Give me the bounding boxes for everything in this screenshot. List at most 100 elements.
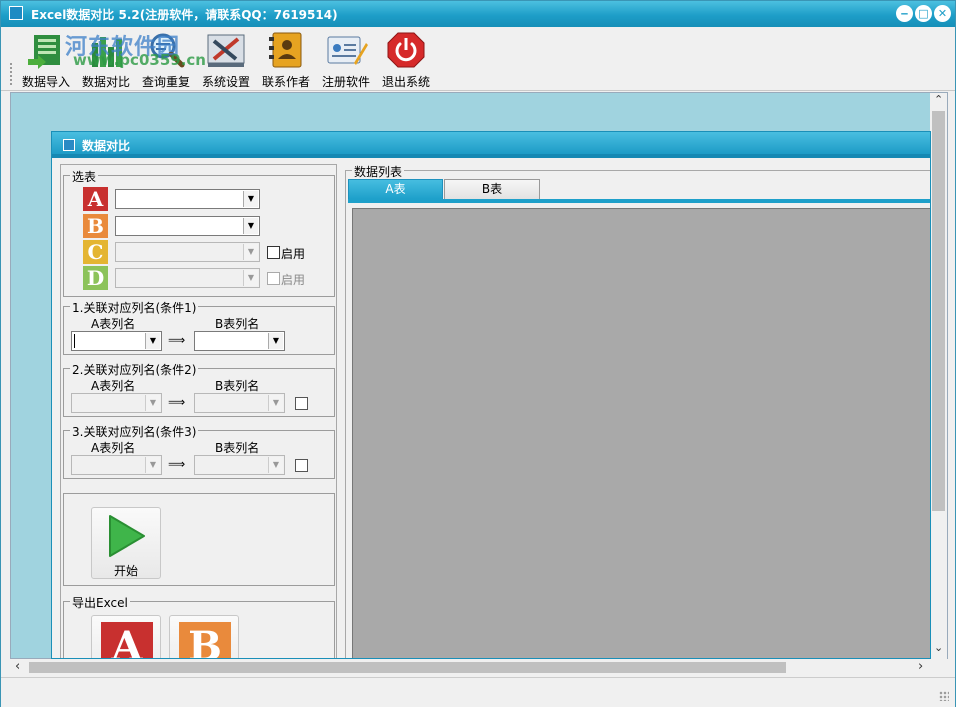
chevron-down-icon[interactable]: ▼: [145, 395, 160, 411]
start-group: 开始: [63, 493, 335, 586]
scroll-right-icon[interactable]: ›: [918, 659, 923, 674]
condition-1-a-select[interactable]: ▼: [71, 331, 162, 351]
export-group: 导出Excel A B: [63, 594, 335, 658]
condition-3-b-select[interactable]: ▼: [194, 455, 285, 475]
export-b-button[interactable]: B: [169, 615, 239, 658]
condition-3-b-label: B表列名: [215, 441, 260, 455]
tab-underline: [348, 199, 930, 203]
table-c-enable-checkbox[interactable]: [267, 246, 280, 259]
toolbar-settings-label: 系统设置: [201, 75, 250, 89]
compare-window-title: 数据对比: [82, 139, 131, 153]
vertical-scrollbar[interactable]: ⌃ ⌄: [930, 93, 947, 659]
toolbar-grip[interactable]: [10, 63, 13, 85]
power-icon: [384, 29, 428, 71]
toolbar-contact-author-label: 联系作者: [261, 75, 310, 89]
condition-2-a-select[interactable]: ▼: [71, 393, 162, 413]
compare-window-icon: [63, 139, 75, 151]
export-a-button[interactable]: A: [91, 615, 161, 658]
table-a-select[interactable]: ▼: [115, 189, 260, 209]
vertical-scroll-thumb[interactable]: [932, 111, 945, 511]
chevron-down-icon[interactable]: ▼: [243, 218, 258, 234]
chevron-down-icon[interactable]: ▼: [243, 244, 258, 260]
select-table-group: 选表 A ▼ B ▼ C ▼ 启用 D ▼ 启用: [63, 168, 335, 297]
start-button[interactable]: 开始: [91, 507, 161, 579]
register-icon: [324, 29, 368, 71]
table-d-enable-checkbox[interactable]: [267, 272, 280, 285]
export-a-badge: A: [101, 622, 153, 658]
toolbar-register-button[interactable]: 注册软件: [317, 29, 375, 89]
scroll-up-icon[interactable]: ⌃: [934, 93, 943, 106]
chevron-down-icon[interactable]: ▼: [145, 333, 160, 349]
chevron-down-icon[interactable]: ▼: [268, 457, 283, 473]
table-a-badge: A: [83, 187, 108, 211]
table-d-select[interactable]: ▼: [115, 268, 260, 288]
resize-grip-icon[interactable]: [939, 691, 949, 701]
toolbar-contact-author-button[interactable]: 联系作者: [257, 29, 315, 89]
toolbar: 数据导入 数据对比 查询重复 系统设置 联系作者 注册软件 退出系统 河东软件园…: [1, 27, 955, 91]
condition-2-arrow: ⟹: [168, 395, 186, 409]
condition-1-b-select[interactable]: ▼: [194, 331, 285, 351]
table-b-badge: B: [83, 214, 108, 238]
condition-3-a-select[interactable]: ▼: [71, 455, 162, 475]
condition-1-b-label: B表列名: [215, 317, 260, 331]
condition-2-legend: 2.关联对应列名(条件2): [70, 361, 199, 378]
compare-window: 数据对比 选表 A ▼ B ▼ C ▼ 启用 D ▼ 启用 1.关联对应列名(条…: [51, 131, 931, 659]
condition-1-arrow: ⟹: [168, 333, 186, 347]
condition-1-a-label: A表列名: [91, 317, 136, 331]
maximize-button[interactable]: □: [915, 5, 932, 22]
condition-2-b-label: B表列名: [215, 379, 260, 393]
data-grid[interactable]: [352, 208, 930, 658]
condition-2-b-select[interactable]: ▼: [194, 393, 285, 413]
title-bar[interactable]: Excel数据对比 5.2(注册软件，请联系QQ：7619514) ‒ □ ✕: [1, 1, 955, 27]
close-button[interactable]: ✕: [934, 5, 951, 22]
condition-3-enable-checkbox[interactable]: [295, 459, 308, 472]
scroll-left-icon[interactable]: ‹: [15, 659, 20, 674]
tab-table-b[interactable]: B表: [444, 179, 540, 200]
table-d-badge: D: [83, 266, 108, 290]
app-window: Excel数据对比 5.2(注册软件，请联系QQ：7619514) ‒ □ ✕ …: [0, 0, 956, 707]
condition-2-a-label: A表列名: [91, 379, 136, 393]
condition-2-group: 2.关联对应列名(条件2) A表列名 B表列名 ▼ ⟹ ▼: [63, 361, 335, 417]
status-bar: [1, 677, 955, 707]
chevron-down-icon[interactable]: ▼: [268, 395, 283, 411]
data-list-legend: 数据列表: [352, 163, 405, 180]
toolbar-exit-label: 退出系统: [381, 75, 430, 89]
select-table-legend: 选表: [70, 168, 99, 185]
toolbar-compare-label: 数据对比: [81, 75, 130, 89]
play-icon: [109, 515, 145, 557]
compare-window-titlebar[interactable]: 数据对比: [52, 132, 930, 158]
chevron-down-icon[interactable]: ▼: [145, 457, 160, 473]
condition-3-group: 3.关联对应列名(条件3) A表列名 B表列名 ▼ ⟹ ▼: [63, 423, 335, 479]
horizontal-scrollbar[interactable]: ‹ ›: [11, 659, 931, 676]
condition-3-a-label: A表列名: [91, 441, 136, 455]
contact-icon: [264, 29, 308, 71]
watermark-url: www.pc0359.cn: [73, 51, 206, 69]
app-icon: [9, 6, 23, 20]
text-cursor: [74, 334, 75, 348]
chevron-down-icon[interactable]: ▼: [243, 270, 258, 286]
tab-table-a[interactable]: A表: [348, 179, 443, 200]
condition-1-group: 1.关联对应列名(条件1) A表列名 B表列名 ▼ ⟹ ▼: [63, 299, 335, 355]
table-c-enable-label: 启用: [281, 247, 306, 261]
table-c-badge: C: [83, 240, 108, 264]
export-legend: 导出Excel: [70, 594, 130, 611]
table-b-select[interactable]: ▼: [115, 216, 260, 236]
settings-icon: [204, 29, 248, 71]
minimize-button[interactable]: ‒: [896, 5, 913, 22]
table-d-enable-label: 启用: [281, 273, 306, 287]
export-b-badge: B: [179, 622, 231, 658]
condition-1-legend: 1.关联对应列名(条件1): [70, 299, 199, 316]
condition-3-arrow: ⟹: [168, 457, 186, 471]
toolbar-exit-button[interactable]: 退出系统: [377, 29, 435, 89]
condition-2-enable-checkbox[interactable]: [295, 397, 308, 410]
scroll-down-icon[interactable]: ⌄: [934, 641, 943, 654]
toolbar-register-label: 注册软件: [321, 75, 370, 89]
toolbar-find-duplicates-label: 查询重复: [141, 75, 190, 89]
chevron-down-icon[interactable]: ▼: [268, 333, 283, 349]
table-c-select[interactable]: ▼: [115, 242, 260, 262]
chevron-down-icon[interactable]: ▼: [243, 191, 258, 207]
import-icon: [24, 29, 68, 71]
horizontal-scroll-thumb[interactable]: [29, 662, 786, 673]
toolbar-import-label: 数据导入: [21, 75, 70, 89]
condition-3-legend: 3.关联对应列名(条件3): [70, 423, 199, 440]
